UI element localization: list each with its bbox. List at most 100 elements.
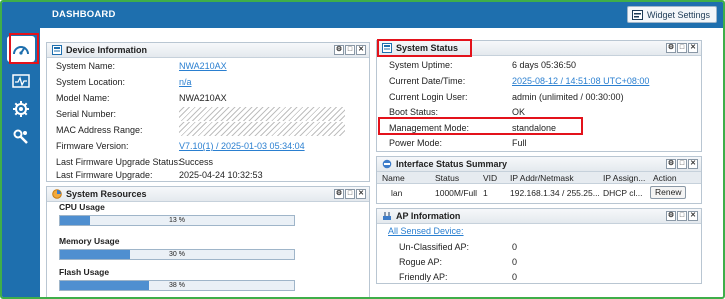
sidebar-item-monitor[interactable] bbox=[7, 68, 35, 94]
firmware-version-link[interactable]: V7.10(1) / 2025-01-03 05:34:04 bbox=[179, 141, 305, 151]
sidebar-item-dashboard[interactable] bbox=[7, 36, 35, 62]
sidebar bbox=[2, 2, 40, 297]
firmware-version-label: Firmware Version: bbox=[56, 141, 129, 151]
system-status-panel: System Status ⚙ □ ✕ System Uptime: 6 day… bbox=[376, 40, 702, 152]
sidebar-item-maintenance[interactable] bbox=[7, 124, 35, 150]
panel-close-icon[interactable]: ✕ bbox=[356, 189, 366, 199]
system-uptime-label: System Uptime: bbox=[389, 60, 453, 70]
device-information-header: Device Information ⚙ □ ✕ bbox=[47, 43, 369, 58]
panel-maximize-icon[interactable]: □ bbox=[677, 159, 687, 169]
memory-usage-label: Memory Usage bbox=[59, 236, 120, 246]
panel-close-icon[interactable]: ✕ bbox=[688, 159, 698, 169]
interface-vid: 1 bbox=[483, 188, 488, 198]
friendly-ap-value: 0 bbox=[512, 272, 518, 282]
management-mode-label: Management Mode: bbox=[389, 123, 470, 133]
cpu-usage-percent: 13 % bbox=[169, 217, 185, 224]
panel-maximize-icon[interactable]: □ bbox=[345, 45, 355, 55]
serial-number-redacted bbox=[179, 107, 345, 121]
model-name-label: Model Name: bbox=[56, 93, 110, 103]
memory-usage-bar: 30 % bbox=[59, 249, 295, 260]
widget-settings-icon bbox=[631, 9, 643, 20]
panel-maximize-icon[interactable]: □ bbox=[677, 211, 687, 221]
system-name-link[interactable]: NWA210AX bbox=[179, 61, 227, 71]
management-mode-value: standalone bbox=[512, 123, 557, 133]
flash-usage-percent: 38 % bbox=[169, 282, 185, 289]
configuration-gear-icon bbox=[13, 101, 29, 117]
device-information-title: Device Information bbox=[66, 45, 148, 55]
panel-maximize-icon[interactable]: □ bbox=[345, 189, 355, 199]
memory-usage-percent: 30 % bbox=[169, 251, 185, 258]
panel-close-icon[interactable]: ✕ bbox=[688, 43, 698, 53]
cpu-usage-bar: 13 % bbox=[59, 215, 295, 226]
panel-settings-icon[interactable]: ⚙ bbox=[334, 189, 344, 199]
flash-usage-row: Flash Usage 38 % bbox=[59, 267, 344, 293]
current-login-user-label: Current Login User: bbox=[389, 92, 468, 102]
interface-name: lan bbox=[391, 188, 403, 198]
dashboard-gauge-icon bbox=[13, 46, 29, 55]
widget-settings-label: Widget Settings bbox=[646, 9, 710, 20]
ap-information-header: AP Information ⚙ □ ✕ bbox=[377, 209, 701, 224]
mac-range-label: MAC Address Range: bbox=[56, 125, 143, 135]
current-datetime-label: Current Date/Time: bbox=[389, 76, 466, 86]
monitor-pulse-icon bbox=[12, 74, 30, 88]
system-status-icon bbox=[382, 43, 392, 53]
current-datetime-link[interactable]: 2025-08-12 / 14:51:08 UTC+08:00 bbox=[512, 76, 649, 86]
power-mode-value: Full bbox=[512, 138, 527, 148]
panel-settings-icon[interactable]: ⚙ bbox=[666, 159, 676, 169]
panel-close-icon[interactable]: ✕ bbox=[356, 45, 366, 55]
all-sensed-device-link[interactable]: All Sensed Device: bbox=[388, 226, 464, 236]
system-resources-title: System Resources bbox=[66, 189, 147, 199]
system-resources-panel: System Resources ⚙ □ ✕ CPU Usage 13 % Me… bbox=[46, 186, 370, 297]
panel-close-icon[interactable]: ✕ bbox=[688, 211, 698, 221]
panel-settings-icon[interactable]: ⚙ bbox=[666, 43, 676, 53]
ap-information-icon bbox=[383, 212, 391, 220]
column-name: Name bbox=[382, 173, 405, 183]
system-resources-header: System Resources ⚙ □ ✕ bbox=[47, 187, 369, 202]
memory-usage-row: Memory Usage 30 % bbox=[59, 236, 344, 262]
system-resources-icon bbox=[52, 189, 62, 199]
system-status-title: System Status bbox=[396, 43, 459, 53]
friendly-ap-label: Friendly AP: bbox=[399, 272, 448, 282]
unclassified-ap-value: 0 bbox=[512, 242, 518, 252]
power-mode-label: Power Mode: bbox=[389, 138, 443, 148]
maintenance-tools-icon bbox=[13, 129, 28, 144]
unclassified-ap-label: Un-Classified AP: bbox=[399, 242, 470, 252]
table-row: lan 1000M/Full 1 192.168.1.34 / 255.25..… bbox=[377, 185, 701, 201]
interface-ip: 192.168.1.34 / 255.25... bbox=[510, 188, 600, 198]
panel-maximize-icon[interactable]: □ bbox=[677, 43, 687, 53]
sidebar-item-configuration[interactable] bbox=[7, 96, 35, 122]
last-upgrade-label: Last Firmware Upgrade: bbox=[56, 170, 153, 180]
interface-status: 1000M/Full bbox=[435, 188, 478, 198]
widget-settings-button[interactable]: Widget Settings bbox=[626, 6, 717, 23]
serial-number-label: Serial Number: bbox=[56, 109, 117, 119]
panel-settings-icon[interactable]: ⚙ bbox=[666, 211, 676, 221]
panel-settings-icon[interactable]: ⚙ bbox=[334, 45, 344, 55]
mac-range-redacted bbox=[179, 122, 345, 136]
column-action: Action bbox=[653, 173, 677, 183]
device-information-panel: Device Information ⚙ □ ✕ System Name: NW… bbox=[46, 42, 370, 182]
boot-status-label: Boot Status: bbox=[389, 107, 439, 117]
cpu-usage-label: CPU Usage bbox=[59, 202, 105, 212]
interface-status-icon bbox=[382, 159, 392, 169]
boot-status-value: OK bbox=[512, 107, 526, 117]
interface-ip-assign: DHCP cl... bbox=[603, 188, 643, 198]
last-upgrade-status-label: Last Firmware Upgrade Status: bbox=[56, 157, 181, 167]
system-uptime-value: 6 days 05:36:50 bbox=[512, 60, 577, 70]
renew-button[interactable]: Renew bbox=[650, 186, 687, 199]
interface-status-title: Interface Status Summary bbox=[396, 159, 508, 169]
page-title: DASHBOARD bbox=[52, 9, 116, 20]
current-login-user-value: admin (unlimited / 00:30:00) bbox=[512, 92, 624, 102]
last-upgrade-status-value: Success bbox=[179, 157, 214, 167]
rogue-ap-value: 0 bbox=[512, 257, 518, 267]
column-ip-assign: IP Assign... bbox=[603, 173, 646, 183]
system-status-header: System Status ⚙ □ ✕ bbox=[377, 41, 701, 56]
ap-information-panel: AP Information ⚙ □ ✕ All Sensed Device: … bbox=[376, 208, 702, 284]
flash-usage-label: Flash Usage bbox=[59, 267, 110, 277]
interface-status-panel: Interface Status Summary ⚙ □ ✕ Name Stat… bbox=[376, 156, 702, 204]
interface-table-header: Name Status VID IP Addr/Netmask IP Assig… bbox=[377, 172, 701, 184]
column-status: Status bbox=[435, 173, 460, 183]
rogue-ap-label: Rogue AP: bbox=[399, 257, 443, 267]
system-location-link[interactable]: n/a bbox=[179, 77, 192, 87]
last-upgrade-value: 2025-04-24 10:32:53 bbox=[179, 170, 263, 180]
system-name-label: System Name: bbox=[56, 61, 116, 71]
